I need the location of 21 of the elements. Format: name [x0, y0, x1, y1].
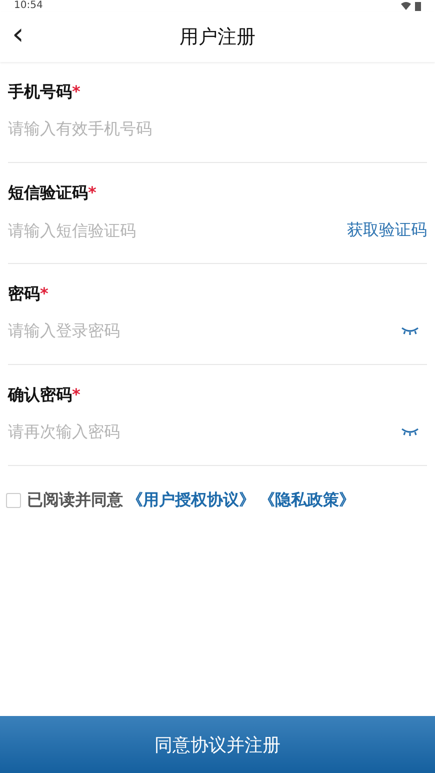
field-label: 手机号码 [8, 82, 72, 103]
agreement-link[interactable]: 《隐私政策》 [259, 490, 355, 511]
field-label: 短信验证码 [8, 183, 88, 204]
register-button[interactable]: 同意协议并注册 [0, 716, 435, 773]
field-label: 密码 [8, 284, 40, 305]
back-button[interactable]: ‹ [8, 20, 28, 50]
required-mark: * [72, 82, 80, 101]
wifi-icon [401, 2, 411, 10]
agreement-link[interactable]: 《用户授权协议》 [127, 490, 255, 511]
status-time: 10:54 [14, 0, 43, 12]
required-mark: * [88, 183, 96, 202]
field-label: 确认密码 [8, 385, 72, 406]
battery-icon [415, 1, 421, 11]
required-mark: * [72, 385, 80, 404]
agreement-text: 已阅读并同意 [27, 490, 123, 511]
get-code-link[interactable]: 获取验证码 [347, 220, 427, 241]
agree-checkbox[interactable] [6, 493, 21, 508]
eye-closed-icon[interactable] [401, 428, 419, 436]
required-mark: * [40, 284, 48, 303]
page-title: 用户注册 [180, 25, 256, 50]
eye-closed-icon[interactable] [401, 326, 419, 334]
